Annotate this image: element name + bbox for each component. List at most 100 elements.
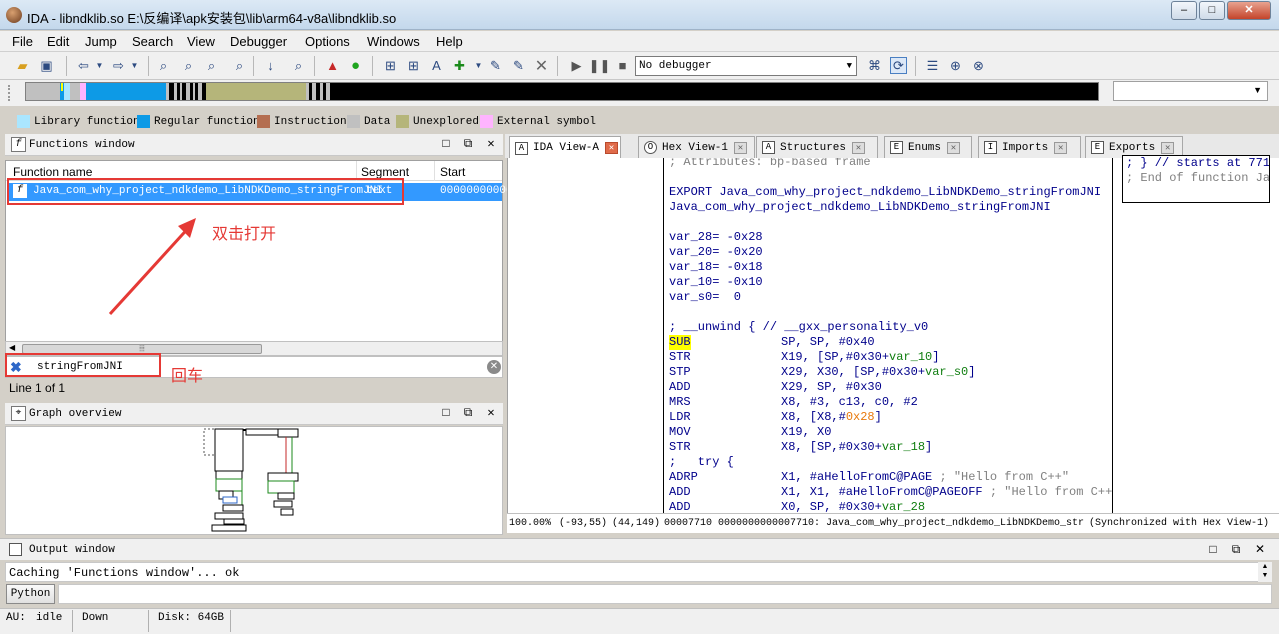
column-segment[interactable]: Segment xyxy=(361,165,409,179)
back-dropdown-icon[interactable]: ▼ xyxy=(91,57,108,74)
green-circle-icon[interactable]: ● xyxy=(347,57,364,74)
export-line[interactable]: EXPORT Java_com_why_project_ndkdemo_LibN… xyxy=(669,185,1101,200)
maximize-button[interactable]: □ xyxy=(1199,1,1225,20)
open-folder-icon[interactable]: ▰ xyxy=(14,57,31,74)
attach-icon[interactable]: ⌘ xyxy=(866,57,883,74)
tab-close-icon[interactable]: ✕ xyxy=(947,141,961,154)
tab-close-icon[interactable]: ✕ xyxy=(1054,141,1068,154)
var-line[interactable]: var_s0= 0 xyxy=(669,290,741,305)
forward-arrow-icon[interactable]: ⇨ xyxy=(110,57,127,74)
output-window-title: Output window xyxy=(29,544,115,556)
create-dropdown-icon[interactable]: ▼ xyxy=(470,57,487,74)
var-line[interactable]: var_28= -0x28 xyxy=(669,230,763,245)
output-scrollbar[interactable]: ▲ ▼ xyxy=(1258,562,1272,582)
search-direction: Down xyxy=(82,612,109,624)
structures-icon: A xyxy=(762,141,775,154)
var-line[interactable]: var_18= -0x18 xyxy=(669,260,763,275)
tab-hex-view-1[interactable]: O Hex View-1 ✕ xyxy=(638,136,755,158)
enums-icon: E xyxy=(890,141,903,154)
disassembly-listing[interactable]: ; Attributes: bp-based frame EXPORT Java… xyxy=(663,158,1113,513)
line-count: Line 1 of 1 xyxy=(9,381,66,395)
minimize-button[interactable]: – xyxy=(1171,1,1197,20)
forward-dropdown-icon[interactable]: ▼ xyxy=(126,57,143,74)
stop-icon[interactable]: ■ xyxy=(614,57,631,74)
function-label[interactable]: Java_com_why_project_ndkdemo_LibNDKDemo_… xyxy=(669,200,1051,215)
jump-down-icon[interactable]: ↓ xyxy=(262,57,279,74)
legend-library-function: Library function xyxy=(17,115,140,128)
menu-view[interactable]: View xyxy=(187,34,215,49)
functions-window-header: f Functions window □ ⧉ ✕ xyxy=(5,134,503,156)
search-sequence-icon[interactable]: ⌕ xyxy=(290,57,307,74)
find-next-icon[interactable]: ⌕ xyxy=(231,57,248,74)
code-comment: ; Attributes: bp-based frame xyxy=(669,158,871,169)
text-search-icon[interactable]: ⌕ xyxy=(180,57,197,74)
create-function-icon[interactable]: ✚ xyxy=(451,57,468,74)
window-title: IDA - libndklib.so E:\反编译\apk安装包\lib\arm… xyxy=(27,11,397,26)
close-button[interactable]: ✕ xyxy=(1227,1,1271,20)
run-icon[interactable]: ▶ xyxy=(568,57,585,74)
make-code-icon[interactable]: ⊞ xyxy=(382,57,399,74)
list-icon[interactable]: ☰ xyxy=(924,57,941,74)
pane-close-icon[interactable]: ✕ xyxy=(1253,542,1267,556)
binary-search-icon[interactable]: ⌕ xyxy=(155,57,172,74)
pane-close-icon[interactable]: ✕ xyxy=(484,137,498,151)
sync-icon[interactable]: ⟳ xyxy=(890,57,907,74)
ida-app-icon xyxy=(6,7,22,23)
tab-close-icon[interactable]: ✕ xyxy=(734,141,748,154)
segment-select[interactable]: ▼ xyxy=(1113,81,1268,101)
tab-close-icon[interactable]: ✕ xyxy=(1161,141,1175,154)
tab-ida-view-a[interactable]: A IDA View-A ✕ xyxy=(509,136,621,159)
graph-icon[interactable]: ▲ xyxy=(324,57,341,74)
pane-restore-icon[interactable]: ⧉ xyxy=(461,137,475,151)
menu-search[interactable]: Search xyxy=(132,34,173,49)
navigation-band[interactable] xyxy=(25,82,1099,101)
debugger-select[interactable]: No debugger ▼ xyxy=(635,56,857,76)
tab-structures[interactable]: A Structures ✕ xyxy=(756,136,878,158)
menu-help[interactable]: Help xyxy=(436,34,463,49)
disassembly-status-line: 100.00% (-93,55) (44,149) 00007710 00000… xyxy=(507,513,1279,533)
pause-icon[interactable]: ❚❚ xyxy=(589,57,611,74)
tab-imports[interactable]: I Imports ✕ xyxy=(978,136,1081,158)
comment-icon[interactable]: ✎ xyxy=(487,57,504,74)
var-line[interactable]: var_20= -0x20 xyxy=(669,245,763,260)
tab-enums[interactable]: E Enums ✕ xyxy=(884,136,972,158)
scroll-left-icon[interactable]: ◀ xyxy=(9,343,15,352)
unwind-comment: ; __unwind { // __gxx_personality_v0 xyxy=(669,320,929,334)
menu-edit[interactable]: Edit xyxy=(47,34,69,49)
output-log[interactable]: Caching 'Functions window'... ok xyxy=(5,562,1259,582)
pane-close-icon[interactable]: ✕ xyxy=(484,406,498,420)
menu-file[interactable]: File xyxy=(12,34,33,49)
menu-jump[interactable]: Jump xyxy=(85,34,117,49)
clear-search-icon[interactable]: ✕ xyxy=(487,360,501,374)
graph-mini-node[interactable]: ; } // starts at 7710 ; End of function … xyxy=(1122,155,1270,203)
tab-close-icon[interactable]: ✕ xyxy=(852,141,866,154)
pane-maximize-icon[interactable]: □ xyxy=(439,406,453,420)
save-icon[interactable]: ▣ xyxy=(38,57,55,74)
functions-window-title: Functions window xyxy=(29,139,135,151)
undefine-icon[interactable]: ✕ xyxy=(533,57,550,75)
column-start[interactable]: Start xyxy=(440,165,465,179)
menu-debugger[interactable]: Debugger xyxy=(230,34,287,49)
patch-icon[interactable]: ✎ xyxy=(510,57,527,74)
column-function-name[interactable]: Function name xyxy=(13,165,92,179)
pane-maximize-icon[interactable]: □ xyxy=(439,137,453,151)
menu-windows[interactable]: Windows xyxy=(367,34,420,49)
python-command-input[interactable] xyxy=(58,584,1272,604)
pane-maximize-icon[interactable]: □ xyxy=(1206,542,1220,556)
output-window-header: Output window □ ⧉ ✕ xyxy=(0,538,1279,560)
make-data-icon[interactable]: ⊞ xyxy=(405,57,422,74)
pane-restore-icon[interactable]: ⧉ xyxy=(461,406,475,420)
immediate-search-icon[interactable]: ⌕ xyxy=(203,57,220,74)
menu-options[interactable]: Options xyxy=(305,34,350,49)
chevron-down-icon: ▼ xyxy=(846,61,852,71)
python-button[interactable]: Python xyxy=(6,584,55,604)
graph-overview-canvas[interactable] xyxy=(5,426,503,535)
breakpoint-icon[interactable]: ⊗ xyxy=(970,57,987,74)
back-arrow-icon[interactable]: ⇦ xyxy=(75,57,92,74)
plugin-icon[interactable]: ⊕ xyxy=(947,57,964,74)
pane-restore-icon[interactable]: ⧉ xyxy=(1229,542,1243,556)
var-line[interactable]: var_10= -0x10 xyxy=(669,275,763,290)
make-string-icon[interactable]: A xyxy=(428,57,445,74)
tab-close-icon[interactable]: ✕ xyxy=(605,142,619,154)
legend-data: Data xyxy=(347,115,390,128)
